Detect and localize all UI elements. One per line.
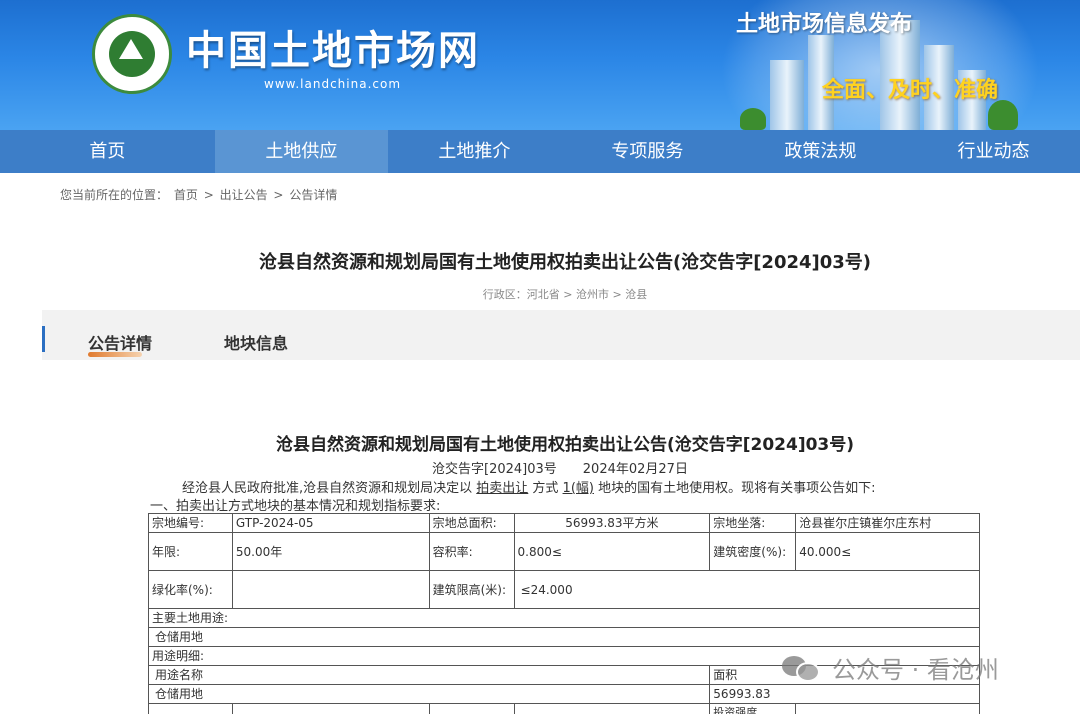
watermark-text: 公众号 · 看沧州 (832, 656, 999, 684)
breadcrumb-notices-link[interactable]: 出让公告 (220, 188, 268, 202)
breadcrumb-home-link[interactable]: 首页 (174, 188, 198, 202)
region-path: 行政区：河北省 > 沧州市 > 沧县 (482, 288, 648, 301)
nav-item-industry-news[interactable]: 行业动态 (907, 130, 1080, 173)
table-row: 年限: 50.00年 容积率: 0.800≤ 建筑密度(%): 40.000≤ (148, 532, 980, 571)
nav-item-land-promotion[interactable]: 土地推介 (388, 130, 561, 173)
table-cell-label: 宗地编号: (148, 513, 233, 533)
table-row: 绿化率(%): 建筑限高(米): ≤24.000 (148, 570, 981, 609)
site-url: www.landchina.com (264, 77, 402, 91)
slogan-top: 土地市场信息发布 (736, 12, 913, 37)
tab-notice-details[interactable]: 公告详情 (88, 330, 152, 354)
table-cell-label: 建筑限高(米): (428, 570, 515, 609)
section-heading: 一、拍卖出让方式地块的基本情况和规划指标要求: (150, 499, 441, 514)
table-cell-label: 容积率: (428, 532, 515, 571)
wechat-icon (782, 654, 822, 682)
site-logo[interactable] (92, 14, 172, 94)
table-cell-label: 建筑密度(%): (709, 532, 797, 571)
header-banner: 中国土地市场网 www.landchina.com 土地市场信息发布 全面、及时… (0, 0, 1080, 130)
table-row: 仓储用地 (148, 627, 980, 647)
notice-paragraph: 经沧县人民政府批准,沧县自然资源和规划局决定以 拍卖出让 方式 1(幅) 地块的… (182, 477, 875, 496)
slogan-bottom: 全面、及时、准确 (822, 78, 999, 103)
table-row: 投资强度 (148, 703, 980, 714)
table-cell-value: 沧县崔尔庄镇崔尔庄东村 (795, 513, 980, 533)
parcel-count: 1(幅) (562, 481, 594, 496)
table-cell-label: 年限: (148, 532, 233, 571)
nav-item-special-services[interactable]: 专项服务 (561, 130, 734, 173)
notice-date: 2024年02月27日 (582, 462, 688, 477)
para-text: 经沧县人民政府批准,沧县自然资源和规划局决定以 (182, 481, 477, 496)
table-cell-header: 用途名称 (147, 665, 711, 685)
table-row: 仓储用地 56993.83 (147, 684, 980, 704)
notice-title: 沧县自然资源和规划局国有土地使用权拍卖出让公告(沧交告字[2024]03号) (275, 435, 855, 455)
table-cell-value: 仓储用地 (147, 684, 711, 704)
table-cell-value (231, 570, 430, 609)
tabs-accent-bar (42, 326, 45, 352)
nav-item-home[interactable]: 首页 (0, 130, 215, 173)
table-cell-label: 主要土地用途: (148, 608, 980, 628)
para-text: 方式 (528, 481, 563, 496)
table-cell-value: GTP-2024-05 (231, 513, 430, 533)
breadcrumb-prefix: 您当前所在的位置： (60, 188, 169, 202)
table-cell-value: 56993.83平方米 (513, 513, 711, 533)
notice-meta: 沧交告字[2024]03号 2024年02月27日 (432, 458, 688, 477)
breadcrumb-current: 公告详情 (289, 188, 338, 202)
detail-tabs: 公告详情 地块信息 (42, 310, 1080, 360)
building-graphic (770, 60, 804, 130)
page-title: 沧县自然资源和规划局国有土地使用权拍卖出让公告(沧交告字[2024]03号) (258, 252, 872, 273)
table-cell-value: 0.800≤ (513, 532, 711, 571)
breadcrumb: 您当前所在的位置： 首页 > 出让公告 > 公告详情 (60, 186, 339, 203)
table-cell-label: 绿化率(%): (148, 570, 233, 609)
table-cell-value: 50.00年 (231, 532, 430, 571)
table-cell-label: 宗地坐落: (709, 513, 797, 533)
table-cell-value: 40.000≤ (795, 532, 980, 571)
table-cell-label: 投资强度 (709, 703, 797, 714)
table-row: 主要土地用途: (148, 608, 980, 628)
table-cell-value: ≤24.000 (513, 570, 981, 609)
tree-graphic (988, 100, 1018, 130)
para-text: 地块的国有土地使用权。现将有关事项公告如下: (593, 481, 876, 496)
table-cell-label: 宗地总面积: (428, 513, 515, 533)
doc-number: 沧交告字[2024]03号 (432, 462, 557, 477)
logo-triangle-icon (119, 39, 143, 59)
table-cell-value: 56993.83 (709, 684, 980, 704)
table-cell-value: 仓储用地 (148, 627, 980, 647)
watermark: 公众号 · 看沧州 (782, 650, 999, 685)
site-title[interactable]: 中国土地市场网 (186, 18, 480, 76)
main-nav: 首页 土地供应 土地推介 专项服务 政策法规 行业动态 (0, 130, 1080, 173)
breadcrumb-separator: > (203, 188, 214, 202)
active-tab-indicator (88, 352, 142, 357)
nav-item-land-supply[interactable]: 土地供应 (214, 130, 388, 173)
nav-item-policies[interactable]: 政策法规 (734, 130, 907, 173)
breadcrumb-separator: > (273, 188, 284, 202)
tree-graphic (740, 108, 766, 130)
table-row: 宗地编号: GTP-2024-05 宗地总面积: 56993.83平方米 宗地坐… (148, 513, 980, 533)
tab-parcel-info[interactable]: 地块信息 (224, 330, 288, 354)
sale-method: 拍卖出让 (476, 481, 529, 496)
